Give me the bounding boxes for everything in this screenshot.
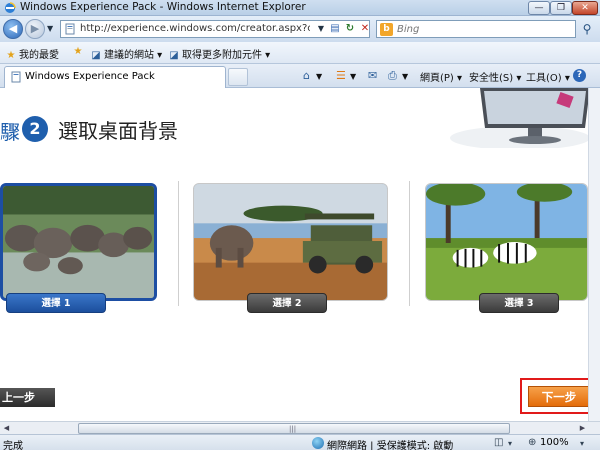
next-step-button[interactable]: 下一步 <box>528 386 590 407</box>
home-dropdown-icon[interactable]: ▼ <box>316 72 322 81</box>
suggested-sites-link[interactable]: ◪ 建議的網站 ▾ <box>90 46 162 61</box>
bing-icon: b <box>380 23 393 36</box>
favorites-bar: ★ 我的最愛 ★ ◪ 建議的網站 ▾ ◪ 取得更多附加元件 ▾ <box>0 42 600 64</box>
select-option-2-button[interactable]: 選擇 2 <box>247 293 327 313</box>
status-bar: 完成 網際網路 | 受保護模式: 啟動 ◫ ▾ ⊕ 100% ▾ <box>0 434 600 450</box>
zoom-dropdown-icon[interactable]: ▾ <box>580 439 584 448</box>
minimize-button[interactable]: — <box>528 1 550 15</box>
next-button-highlight: 下一步 <box>520 378 596 414</box>
page-viewport: 驟 2 選取桌面背景 選擇 1 選擇 2 選擇 3 上一步 下一步 <box>0 88 600 421</box>
compatibility-view-icon[interactable]: ▤ <box>327 22 343 36</box>
scroll-left-icon[interactable]: ◀ <box>0 423 13 434</box>
maximize-button[interactable]: ❐ <box>550 1 572 15</box>
window-title: Windows Experience Pack - Windows Intern… <box>20 1 306 13</box>
step-number-badge: 2 <box>22 116 48 142</box>
monitor-illustration <box>450 88 590 148</box>
elephant-safari-jeep-image <box>194 184 387 300</box>
page-icon <box>65 23 75 35</box>
suggested-sites-label: 建議的網站 ▾ <box>104 50 163 61</box>
scroll-right-icon[interactable]: ▶ <box>576 423 589 434</box>
zoom-level[interactable]: 100% <box>540 437 569 448</box>
home-icon[interactable]: ⌂ <box>303 69 310 82</box>
background-option-1[interactable] <box>0 183 157 301</box>
feeds-icon[interactable]: ☰ <box>336 69 346 82</box>
search-icon[interactable]: ⚲ <box>578 20 596 38</box>
search-bar[interactable]: b <box>376 20 576 38</box>
select-option-1-button[interactable]: 選擇 1 <box>6 293 106 313</box>
url-text[interactable]: http://experience.windows.com/creator.as… <box>80 23 310 34</box>
security-zone-text[interactable]: 網際網路 | 受保護模式: 啟動 <box>327 437 453 450</box>
suggested-sites-icon: ◪ <box>91 50 101 61</box>
favorites-button[interactable]: ★ 我的最愛 <box>5 46 59 61</box>
new-tab-button[interactable] <box>228 68 248 86</box>
feeds-dropdown-icon[interactable]: ▼ <box>350 72 356 81</box>
elephant-herd-image <box>3 186 154 298</box>
addons-icon: ◪ <box>169 50 179 61</box>
safety-menu[interactable]: 安全性(S) ▾ <box>469 69 521 84</box>
step-label-fragment: 驟 <box>0 120 20 144</box>
forward-button[interactable]: ▶ <box>25 19 45 39</box>
recent-pages-dropdown-icon[interactable]: ▼ <box>47 24 53 33</box>
print-icon[interactable]: ⎙ <box>388 69 397 83</box>
tab-bar: Windows Experience Pack ⌂ ▼ ☰ ▼ ✉ ⎙ ▼ 網頁… <box>0 64 600 88</box>
internet-explorer-icon <box>5 2 16 13</box>
background-option-2[interactable] <box>193 183 388 301</box>
more-addons-link[interactable]: ◪ 取得更多附加元件 ▾ <box>168 46 270 61</box>
navigation-bar: ◀ ▶ ▼ http://experience.windows.com/crea… <box>0 16 600 42</box>
zoom-icon: ⊕ <box>528 437 537 448</box>
scroll-grip-icon: ||| <box>289 425 297 433</box>
tab-windows-experience-pack[interactable]: Windows Experience Pack <box>4 66 226 88</box>
page-menu[interactable]: 網頁(P) ▾ <box>420 69 462 84</box>
internet-zone-icon <box>312 437 324 449</box>
stop-icon[interactable]: ✕ <box>357 22 373 36</box>
page-title: 選取桌面背景 <box>58 119 178 143</box>
favorites-star-icon: ★ <box>6 50 16 61</box>
zebras-image <box>426 184 587 300</box>
mail-icon[interactable]: ✉ <box>368 69 377 82</box>
protected-mode-icon[interactable]: ◫ <box>494 437 503 448</box>
previous-step-button[interactable]: 上一步 <box>0 388 55 407</box>
option-divider <box>409 181 410 306</box>
help-icon[interactable]: ? <box>573 69 586 82</box>
search-input[interactable] <box>397 22 557 36</box>
more-addons-label: 取得更多附加元件 ▾ <box>182 50 271 61</box>
title-bar: Windows Experience Pack - Windows Intern… <box>0 0 600 16</box>
vertical-scrollbar[interactable] <box>588 88 600 421</box>
close-button[interactable]: ✕ <box>572 1 598 15</box>
tools-menu[interactable]: 工具(O) ▾ <box>526 69 570 84</box>
protected-mode-dropdown-icon[interactable]: ▾ <box>508 439 512 448</box>
print-dropdown-icon[interactable]: ▼ <box>402 72 408 81</box>
background-option-3[interactable] <box>425 183 588 301</box>
favorites-label: 我的最愛 <box>19 50 59 61</box>
tab-label: Windows Experience Pack <box>25 71 155 82</box>
back-button[interactable]: ◀ <box>3 19 23 39</box>
horizontal-scrollbar[interactable]: ◀ ||| ▶ <box>0 421 600 434</box>
address-bar[interactable]: http://experience.windows.com/creator.as… <box>60 20 370 38</box>
select-option-3-button[interactable]: 選擇 3 <box>479 293 559 313</box>
add-favorites-icon[interactable]: ★ <box>72 46 86 57</box>
refresh-icon[interactable]: ↻ <box>342 22 358 36</box>
option-divider <box>178 181 179 306</box>
tab-page-icon <box>11 71 21 83</box>
horizontal-scroll-thumb[interactable]: ||| <box>78 423 510 434</box>
status-text: 完成 <box>3 441 23 450</box>
